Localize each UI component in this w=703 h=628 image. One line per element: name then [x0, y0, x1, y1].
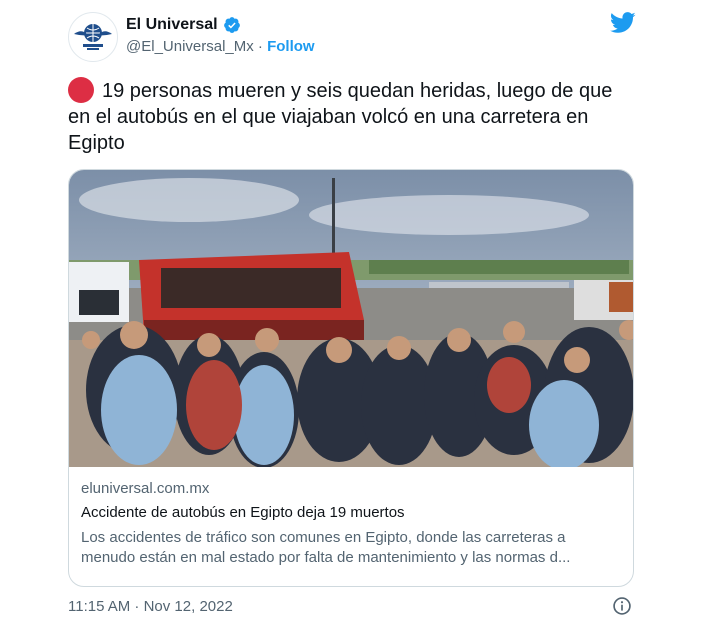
card-description: Los accidentes de tráfico son comunes en…	[81, 529, 571, 566]
link-card[interactable]: eluniversal.com.mx Accidente de autobús …	[68, 169, 634, 587]
tweet-timestamp[interactable]: 11:15 AM · Nov 12, 2022	[68, 597, 233, 617]
handle-separator: ·	[253, 38, 268, 55]
verified-badge-icon	[223, 17, 240, 33]
avatar[interactable]	[68, 12, 118, 62]
follow-button[interactable]: Follow	[267, 38, 315, 55]
author-display-name[interactable]: El Universal	[126, 15, 218, 35]
card-title[interactable]: Accidente de autobús en Egipto deja 19 m…	[81, 503, 621, 523]
el-universal-logo-icon	[70, 14, 116, 60]
card-body: eluniversal.com.mx Accidente de autobús …	[81, 479, 621, 568]
author-handle[interactable]: @El_Universal_Mx	[126, 38, 254, 55]
tweet-header: El Universal @El_Universal_Mx · Follow	[68, 12, 636, 62]
info-icon[interactable]	[612, 596, 632, 616]
twitter-bird-icon[interactable]	[610, 12, 636, 34]
card-image[interactable]	[69, 170, 634, 467]
author-names: El Universal @El_Universal_Mx · Follow	[126, 15, 315, 57]
red-circle-emoji-icon	[68, 77, 94, 103]
card-domain: eluniversal.com.mx	[81, 480, 210, 497]
tweet-text: 19 personas mueren y seis quedan heridas…	[68, 77, 628, 156]
tweet-text-content: 19 personas mueren y seis quedan heridas…	[68, 80, 613, 154]
